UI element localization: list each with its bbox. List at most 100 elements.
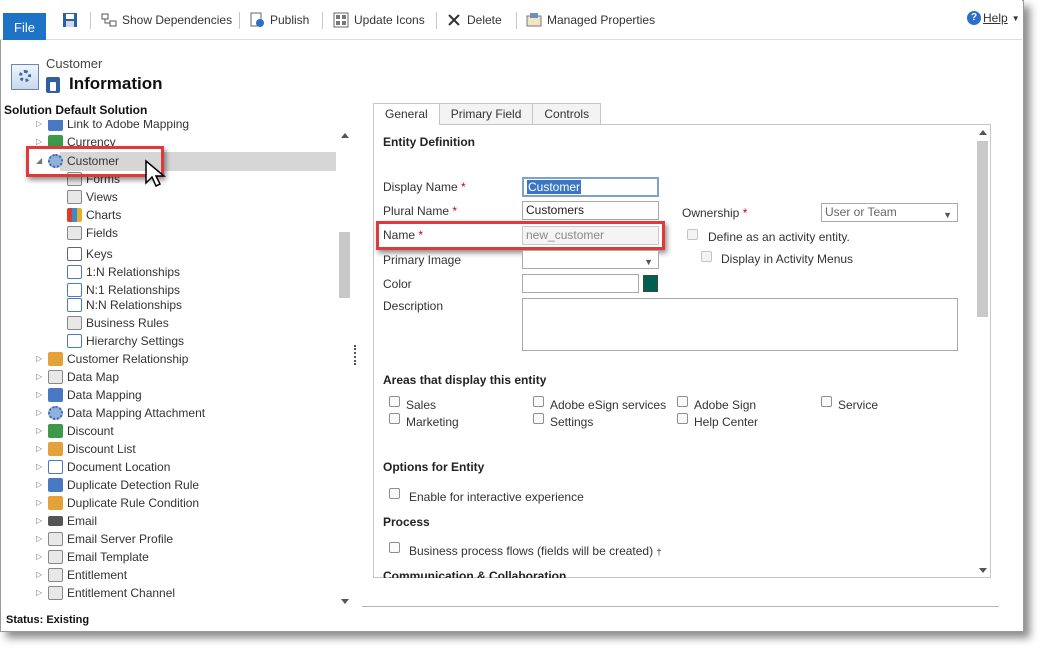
expand-icon: ▷	[36, 480, 43, 489]
entity-icon	[48, 388, 63, 402]
area-adobe-esign-checkbox[interactable]	[533, 396, 544, 407]
section-options: Options for Entity	[383, 460, 485, 474]
tab-general[interactable]: General	[373, 103, 440, 125]
area-adobe-sign-checkbox[interactable]	[677, 396, 688, 407]
tree-item-partial[interactable]: ▷ Link to Adobe Mapping	[36, 120, 189, 133]
plural-name-input[interactable]: Customers	[522, 201, 659, 220]
delete-button[interactable]: Delete	[446, 10, 502, 30]
tree-item-discount[interactable]: ▷ Discount	[36, 422, 114, 440]
display-activity-menus-label: Display in Activity Menus	[721, 252, 854, 266]
tab-bar: General Primary Field Controls	[373, 103, 602, 125]
primary-image-select[interactable]: ▼	[522, 250, 659, 269]
help-icon: ?	[967, 11, 981, 25]
scroll-down-icon[interactable]	[979, 568, 987, 573]
tree-item-duplicate-rule-condition[interactable]: ▷ Duplicate Rule Condition	[36, 494, 199, 512]
tree-item-1n-relationships[interactable]: 1:N Relationships	[67, 263, 180, 281]
tree-item-label: Email	[67, 514, 98, 528]
business-process-flows-checkbox[interactable]	[389, 542, 400, 553]
tab-controls[interactable]: Controls	[532, 103, 602, 124]
update-icons-button[interactable]: Update Icons	[333, 10, 425, 30]
tree-item-document-location[interactable]: ▷ Document Location	[36, 458, 170, 476]
entity-icon	[48, 120, 63, 131]
tree-item-discount-list[interactable]: ▷ Discount List	[36, 440, 136, 458]
define-activity-checkbox[interactable]	[687, 229, 698, 240]
area-service-checkbox[interactable]	[821, 396, 832, 407]
managed-properties-label: Managed Properties	[547, 13, 656, 27]
hierarchy-icon	[67, 334, 82, 348]
expand-icon: ▷	[36, 462, 43, 471]
show-dependencies-label: Show Dependencies	[122, 13, 233, 27]
expand-icon: ▷	[36, 498, 43, 507]
section-areas: Areas that display this entity	[383, 373, 547, 387]
managed-properties-icon	[526, 12, 542, 28]
color-picker-swatch[interactable]	[643, 275, 658, 292]
expand-icon: ▷	[36, 408, 43, 417]
ownership-select[interactable]: User or Team ▼	[821, 203, 958, 222]
information-icon	[46, 77, 60, 93]
tree-item-entitlement[interactable]: ▷ Entitlement	[36, 566, 127, 584]
publish-button[interactable]: Publish	[249, 10, 309, 30]
show-dependencies-button[interactable]: Show Dependencies	[101, 10, 232, 30]
tree-scrollbar[interactable]	[338, 120, 352, 608]
tree-item-label: Hierarchy Settings	[86, 334, 185, 348]
tree-item-data-mapping[interactable]: ▷ Data Mapping	[36, 386, 142, 404]
tree-item-email-template[interactable]: ▷ Email Template	[36, 548, 149, 566]
tree-item-label: Entitlement	[67, 568, 128, 582]
scroll-up-icon[interactable]	[979, 130, 987, 135]
divider	[362, 606, 999, 607]
color-label: Color	[383, 277, 412, 291]
solution-label: Solution Default Solution	[4, 103, 148, 117]
pane-splitter[interactable]	[354, 345, 357, 365]
publish-label: Publish	[270, 13, 310, 27]
tree-item-keys[interactable]: Keys	[67, 245, 113, 263]
color-input[interactable]	[522, 274, 639, 293]
panel-scrollbar-thumb[interactable]	[977, 141, 988, 317]
entity-icon	[48, 568, 63, 582]
tree-item-data-mapping-attachment[interactable]: ▷ Data Mapping Attachment	[36, 404, 205, 422]
discount-icon	[48, 424, 63, 438]
email-icon	[48, 516, 63, 526]
area-sales-checkbox[interactable]	[389, 396, 400, 407]
tree-item-customer-relationship[interactable]: ▷ Customer Relationship	[36, 350, 188, 368]
display-name-input[interactable]: Customer	[522, 177, 659, 197]
expand-icon: ▷	[36, 426, 43, 435]
tree-item-label: Duplicate Detection Rule	[67, 478, 200, 492]
tree-item-nn-relationships[interactable]: N:N Relationships	[67, 296, 182, 314]
entity-icon	[48, 352, 63, 366]
tree-item-label: Data Mapping Attachment	[67, 406, 206, 420]
tree-item-email[interactable]: ▷ Email	[36, 512, 97, 530]
managed-properties-button[interactable]: Managed Properties	[526, 10, 655, 30]
tree-item-charts[interactable]: Charts	[67, 206, 121, 224]
file-button[interactable]: File	[3, 13, 46, 40]
tree-item-label: Data Map	[67, 370, 120, 384]
help-menu[interactable]: ? Help ▼	[967, 11, 1020, 25]
separator	[516, 12, 517, 29]
separator	[90, 12, 91, 29]
tree-item-views[interactable]: Views	[67, 188, 118, 206]
scroll-down-icon[interactable]	[341, 599, 349, 604]
tree-item-entitlement-channel[interactable]: ▷ Entitlement Channel	[36, 584, 175, 602]
save-button[interactable]	[62, 10, 78, 30]
description-textarea[interactable]	[522, 298, 958, 351]
tab-primary-field[interactable]: Primary Field	[438, 103, 534, 124]
chevron-down-icon: ▼	[644, 257, 653, 267]
entity-name: Customer	[46, 56, 103, 71]
tree-item-duplicate-detection-rule[interactable]: ▷ Duplicate Detection Rule	[36, 476, 199, 494]
tree-item-business-rules[interactable]: Business Rules	[67, 314, 169, 332]
display-activity-menus-checkbox[interactable]	[701, 251, 712, 262]
tree-item-fields[interactable]: Fields	[67, 224, 118, 242]
tree-scrollbar-thumb[interactable]	[339, 232, 350, 298]
expand-icon: ▷	[36, 372, 43, 381]
area-settings-checkbox[interactable]	[533, 413, 544, 424]
publish-icon	[249, 12, 265, 28]
tree-item-hierarchy-settings[interactable]: Hierarchy Settings	[67, 332, 184, 350]
area-help-center-checkbox[interactable]	[677, 413, 688, 424]
tree-item-data-map[interactable]: ▷ Data Map	[36, 368, 119, 386]
interactive-experience-checkbox[interactable]	[389, 488, 400, 499]
separator	[239, 12, 240, 29]
scroll-up-icon[interactable]	[341, 133, 349, 138]
tree-item-label: Data Mapping	[67, 388, 142, 402]
area-marketing-checkbox[interactable]	[389, 413, 400, 424]
solution-tree[interactable]: ▷ Link to Adobe Mapping ▷ Currency ◢ Cus…	[0, 120, 356, 608]
tree-item-email-server-profile[interactable]: ▷ Email Server Profile	[36, 530, 173, 548]
